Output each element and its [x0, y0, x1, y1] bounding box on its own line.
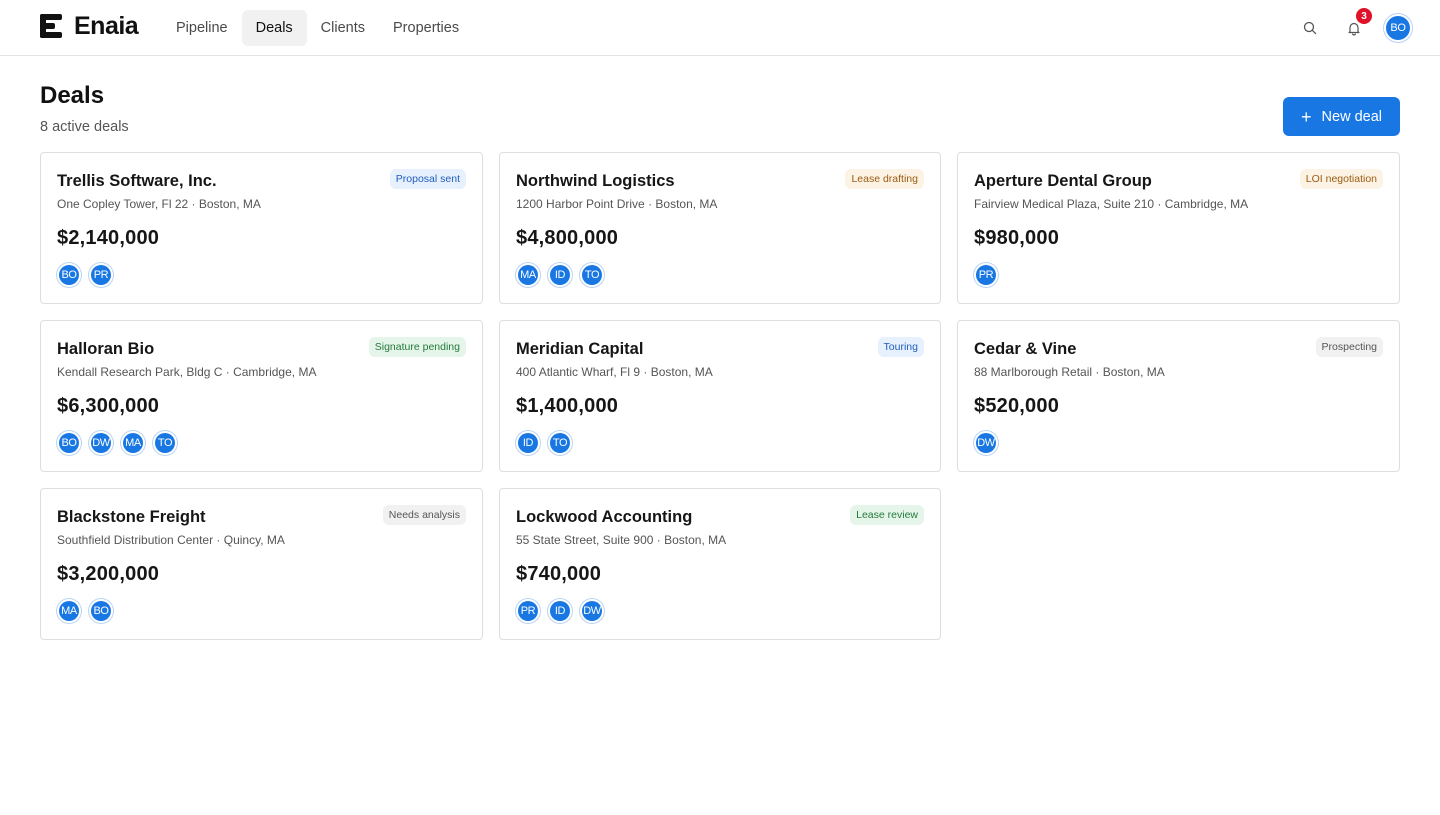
avatar[interactable]: DW	[976, 433, 996, 453]
deal-client-name: Aperture Dental Group	[974, 172, 1152, 190]
deal-value: $520,000	[974, 395, 1060, 417]
avatar[interactable]: BO	[91, 601, 111, 621]
avatar[interactable]: ID	[550, 601, 570, 621]
status-badge: Needs analysis	[382, 505, 466, 525]
deal-address: 1200 Harbor Point Drive · Boston, MA	[516, 197, 718, 211]
deal-team-avatars: BO PR	[59, 265, 123, 285]
page-title: Deals	[40, 82, 105, 109]
status-badge: LOI negotiation	[1299, 169, 1383, 189]
status-badge: Lease drafting	[845, 169, 924, 189]
deal-team-avatars: ID TO	[518, 433, 582, 453]
deal-address: 55 State Street, Suite 900 · Boston, MA	[516, 533, 727, 547]
deal-team-avatars: MA ID TO	[518, 265, 614, 285]
tab-clients[interactable]: Clients	[307, 10, 379, 46]
deal-card[interactable]: Halloran Bio Kendall Research Park, Bldg …	[40, 320, 483, 472]
avatar[interactable]: BO	[59, 265, 79, 285]
deal-team-avatars: DW	[976, 433, 1008, 453]
avatar[interactable]: TO	[155, 433, 175, 453]
deal-team-avatars: MA BO	[59, 601, 123, 621]
avatar[interactable]: DW	[91, 433, 111, 453]
notifications-button[interactable]: 3	[1340, 8, 1372, 42]
deal-card[interactable]: Aperture Dental Group Fairview Medical Pl…	[957, 152, 1400, 304]
app-logo[interactable]: Enaia	[40, 11, 139, 40]
deal-address: Southfield Distribution Center · Quincy,…	[57, 533, 285, 547]
deal-card[interactable]: Lockwood Accounting 55 State Street, Suit…	[499, 488, 941, 640]
new-deal-button[interactable]: + New deal	[1283, 97, 1400, 136]
deal-client-name: Lockwood Accounting	[516, 508, 693, 526]
avatar[interactable]: PR	[91, 265, 111, 285]
deal-address: 88 Marlborough Retail · Boston, MA	[974, 365, 1165, 379]
deal-value: $2,140,000	[57, 227, 160, 249]
enaia-logo-icon	[40, 14, 62, 38]
deal-client-name: Blackstone Freight	[57, 508, 206, 526]
top-navigation-bar: Enaia Pipeline Deals Clients Properties …	[0, 0, 1440, 56]
user-menu-button[interactable]: BO	[1384, 14, 1412, 42]
deal-address: One Copley Tower, Fl 22 · Boston, MA	[57, 197, 261, 211]
deal-value: $3,200,000	[57, 563, 160, 585]
deal-client-name: Trellis Software, Inc.	[57, 172, 217, 190]
avatar[interactable]: MA	[123, 433, 143, 453]
deal-card[interactable]: Meridian Capital 400 Atlantic Wharf, Fl 9…	[499, 320, 941, 472]
search-icon	[1303, 21, 1317, 35]
deal-team-avatars: BO DW MA TO	[59, 433, 187, 453]
avatar[interactable]: TO	[582, 265, 602, 285]
deal-card[interactable]: Northwind Logistics 1200 Harbor Point Dri…	[499, 152, 941, 304]
avatar[interactable]: TO	[550, 433, 570, 453]
deal-value: $4,800,000	[516, 227, 619, 249]
deal-client-name: Cedar & Vine	[974, 340, 1077, 358]
deal-team-avatars: PR ID DW	[518, 601, 614, 621]
status-badge: Lease review	[850, 505, 924, 525]
avatar[interactable]: PR	[976, 265, 996, 285]
notification-count-badge: 3	[1356, 8, 1372, 24]
deal-value: $980,000	[974, 227, 1060, 249]
deal-address: Kendall Research Park, Bldg C · Cambridg…	[57, 365, 317, 379]
avatar[interactable]: ID	[550, 265, 570, 285]
deal-value: $6,300,000	[57, 395, 160, 417]
avatar[interactable]: BO	[59, 433, 79, 453]
tab-pipeline[interactable]: Pipeline	[162, 10, 242, 46]
avatar[interactable]: PR	[518, 601, 538, 621]
avatar[interactable]: DW	[582, 601, 602, 621]
status-badge: Signature pending	[368, 337, 466, 357]
deal-card[interactable]: Cedar & Vine 88 Marlborough Retail · Bost…	[957, 320, 1400, 472]
active-deals-count: 8 active deals	[40, 119, 129, 135]
avatar[interactable]: MA	[518, 265, 538, 285]
deal-client-name: Northwind Logistics	[516, 172, 675, 190]
avatar: BO	[1386, 16, 1410, 40]
new-deal-label: New deal	[1321, 108, 1382, 125]
deals-grid: Trellis Software, Inc. One Copley Tower, …	[40, 152, 1400, 640]
app-name: Enaia	[74, 11, 139, 40]
status-badge: Touring	[877, 337, 924, 357]
deal-team-avatars: PR	[976, 265, 1008, 285]
deal-card[interactable]: Trellis Software, Inc. One Copley Tower, …	[40, 152, 483, 304]
plus-icon: +	[1301, 106, 1312, 127]
deal-address: 400 Atlantic Wharf, Fl 9 · Boston, MA	[516, 365, 713, 379]
deal-client-name: Meridian Capital	[516, 340, 644, 358]
tab-properties[interactable]: Properties	[379, 10, 473, 46]
deal-address: Fairview Medical Plaza, Suite 210 · Camb…	[974, 197, 1249, 211]
deal-client-name: Halloran Bio	[57, 340, 155, 358]
main-nav: Pipeline Deals Clients Properties	[162, 10, 473, 46]
top-actions: 3 BO	[1280, 8, 1412, 42]
avatar[interactable]: MA	[59, 601, 79, 621]
status-badge: Prospecting	[1315, 337, 1383, 357]
deal-value: $740,000	[516, 563, 602, 585]
search-button[interactable]	[1296, 14, 1324, 42]
tab-deals[interactable]: Deals	[241, 10, 307, 46]
deal-card[interactable]: Blackstone Freight Southfield Distributio…	[40, 488, 483, 640]
status-badge: Proposal sent	[389, 169, 466, 189]
avatar[interactable]: ID	[518, 433, 538, 453]
deal-value: $1,400,000	[516, 395, 619, 417]
